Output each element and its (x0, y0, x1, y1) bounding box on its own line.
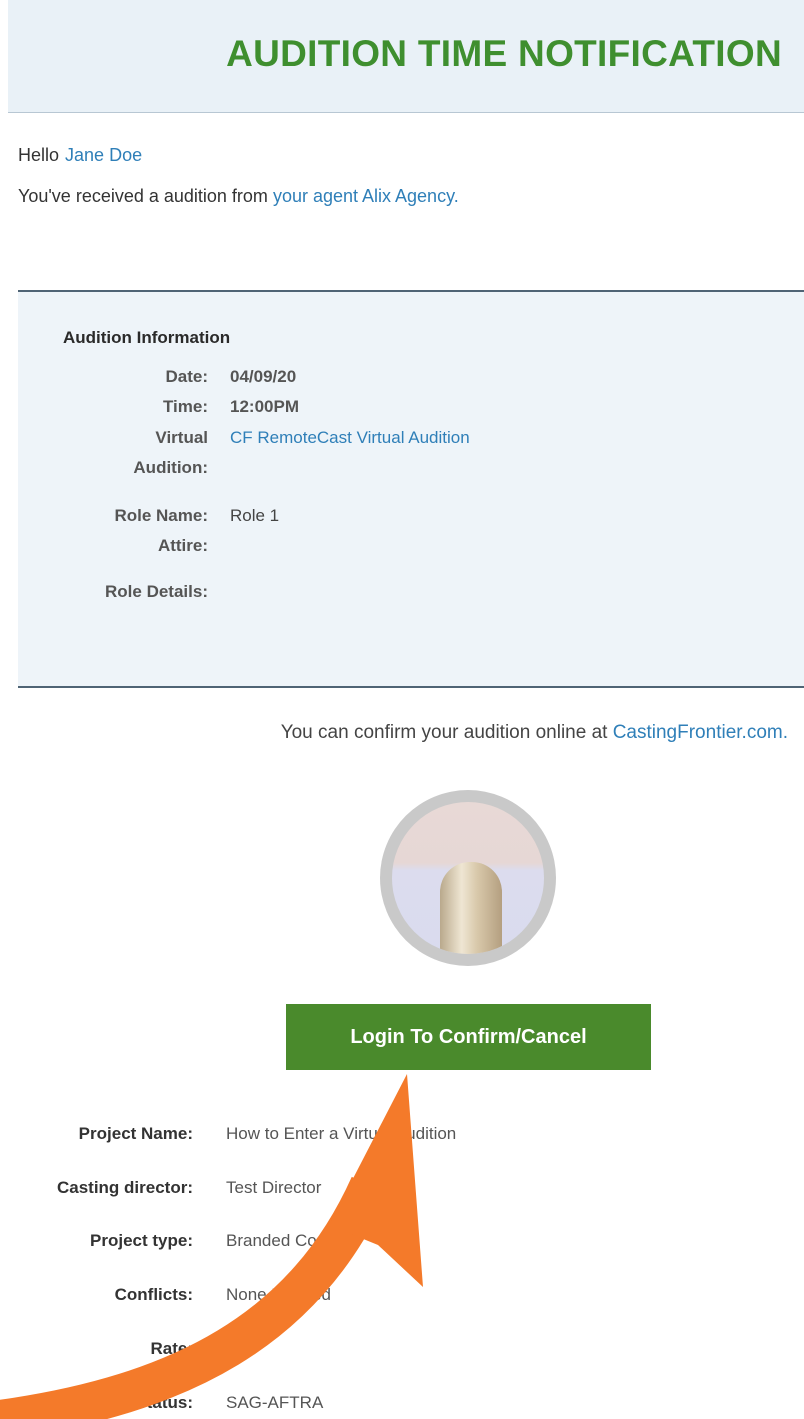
attire-label: Attire: (157, 536, 208, 555)
role-name-label: Role Name: (114, 506, 208, 525)
union-status-label: Union status: (84, 1393, 193, 1412)
virtual-audition-link[interactable]: CF RemoteCast Virtual Audition (230, 428, 470, 448)
intro-line: You've received a audition from your age… (18, 186, 459, 207)
casting-director-label: Casting director: (56, 1178, 193, 1197)
greeting-line: Hello Jane Doe (18, 145, 142, 166)
rate-value: 600 (226, 1339, 255, 1358)
date-label: Date: (165, 367, 208, 386)
virtual-audition-label-line2: Audition: (133, 458, 208, 477)
login-to-confirm-cancel-button[interactable]: Login To Confirm/Cancel (286, 1004, 651, 1070)
virtual-audition-label-line1: Virtual (155, 428, 208, 447)
casting-director-value: Test Director (226, 1178, 322, 1197)
conflicts-label: Conflicts: (114, 1285, 193, 1304)
rate-label: Rate: (150, 1339, 193, 1358)
castingfrontier-link[interactable]: CastingFrontier.com (613, 722, 783, 743)
confirm-online-text: You can confirm your audition online at … (281, 722, 788, 744)
intro-period: . (453, 186, 459, 206)
page-title: AUDITION TIME NOTIFICATION (226, 33, 782, 74)
role-name-value: Role 1 (230, 506, 280, 525)
project-name-value: How to Enter a Virtual Audition (226, 1124, 457, 1143)
time-label: Time: (162, 397, 208, 416)
notification-header: AUDITION TIME NOTIFICATION (8, 0, 804, 113)
time-value: 12:00PM (230, 397, 299, 416)
project-type-value: Branded Content (226, 1231, 355, 1250)
audition-info-title: Audition Information (63, 328, 231, 347)
agent-link[interactable]: your agent Alix Agency (273, 186, 454, 206)
greeting-hello: Hello (18, 145, 60, 165)
pointer-arrow-annotation (0, 1074, 423, 1419)
project-name-label: Project Name: (78, 1124, 193, 1143)
arrow-head (329, 1074, 423, 1287)
recipient-name-link[interactable]: Jane Doe (65, 145, 142, 165)
profile-photo (392, 802, 544, 954)
audition-information-box: Audition Information Date: 04/09/20 Time… (18, 290, 804, 688)
profile-photo-subject (440, 862, 502, 954)
avatar (380, 790, 556, 966)
confirm-period: . (782, 722, 788, 743)
union-status-value: SAG-AFTRA (226, 1393, 324, 1412)
project-type-label: Project type: (90, 1231, 193, 1250)
confirm-text: You can confirm your audition online at (280, 722, 608, 743)
intro-text: You've received a audition from (18, 186, 268, 206)
date-value: 04/09/20 (230, 367, 297, 386)
conflicts-value: None Entered (226, 1285, 331, 1304)
role-details-label: Role Details: (105, 582, 208, 601)
